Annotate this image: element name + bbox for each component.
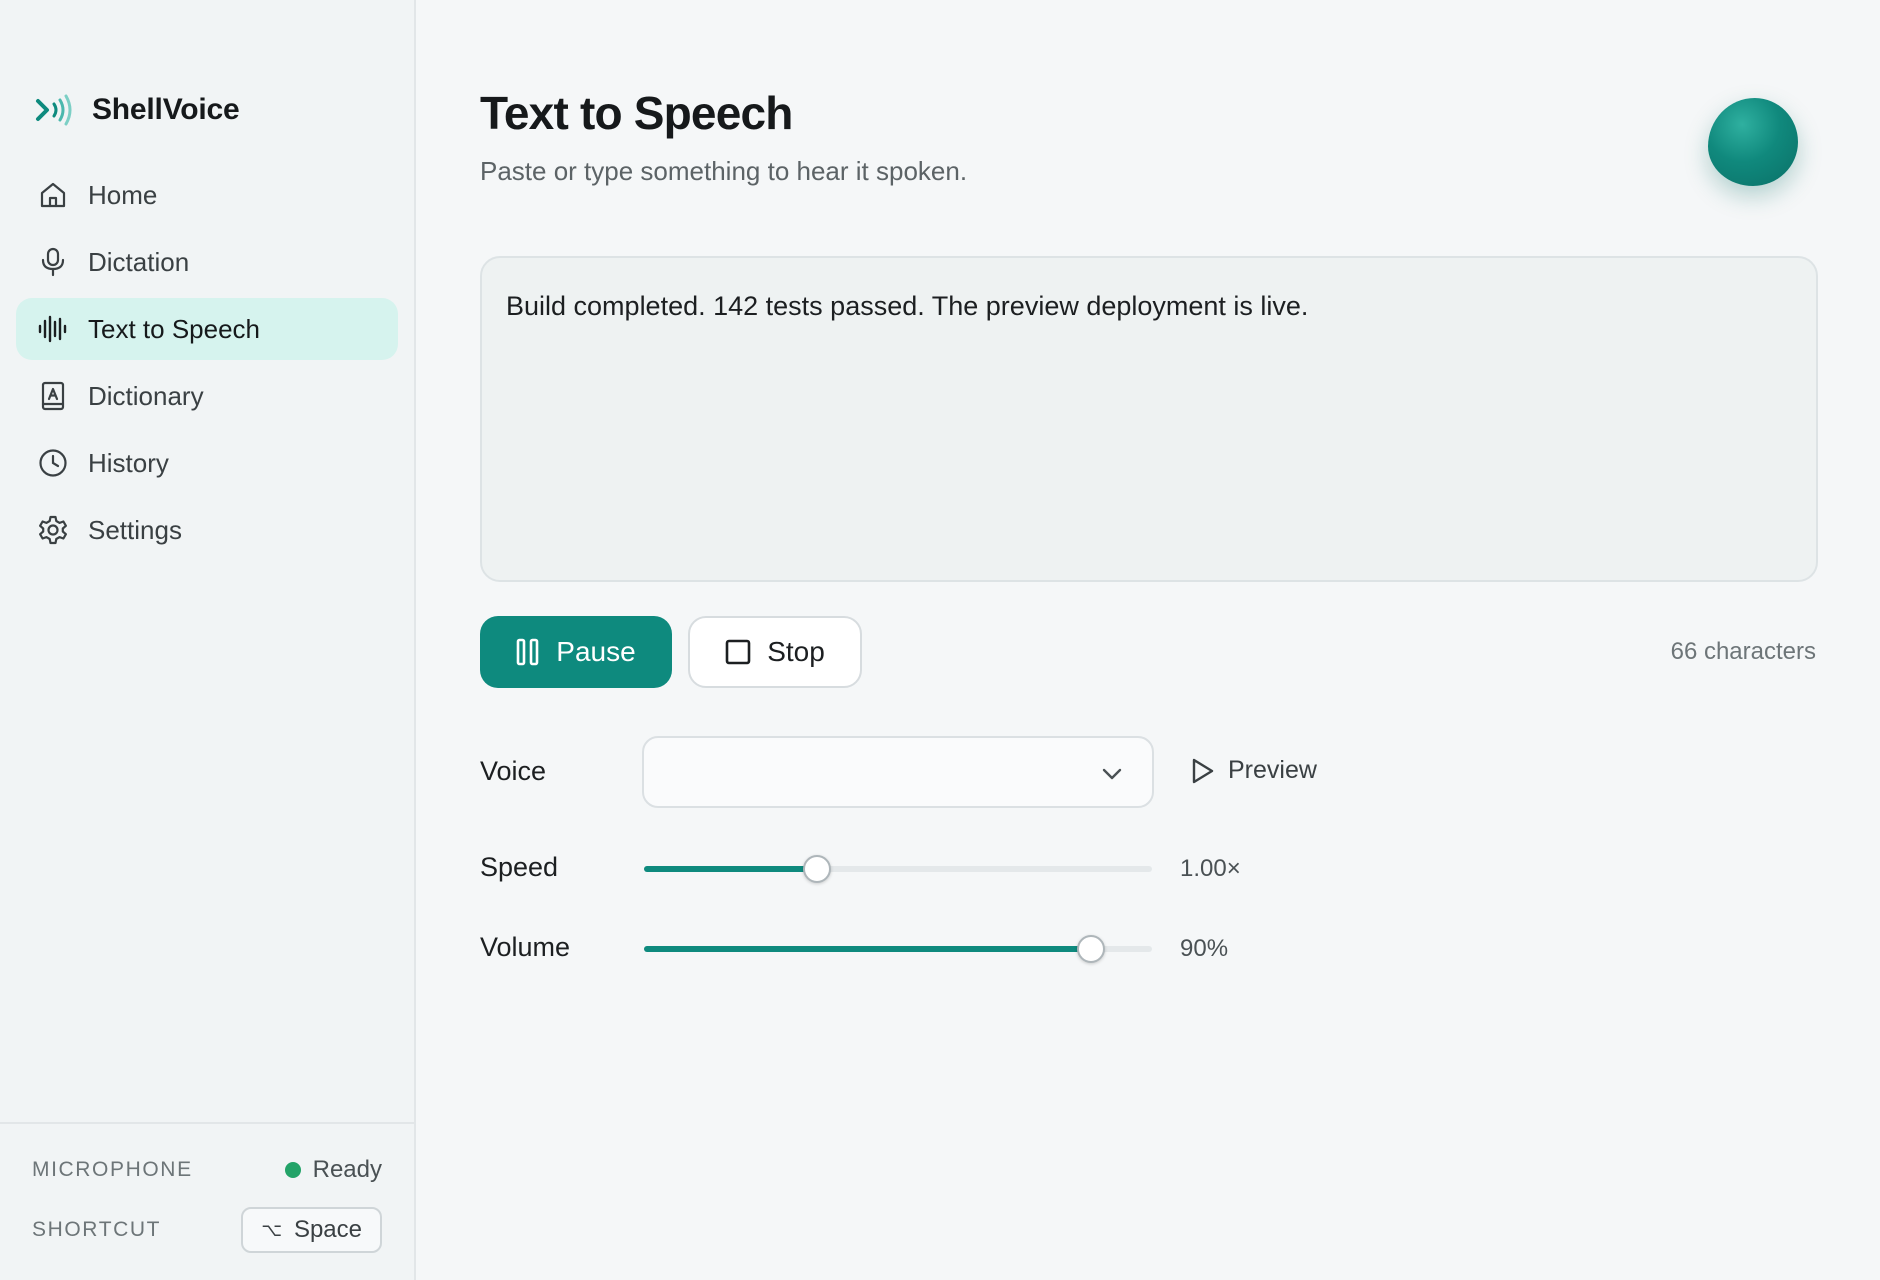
stop-button-label: Stop bbox=[767, 636, 825, 667]
sidebar-item-dictionary[interactable]: Dictionary bbox=[16, 365, 398, 427]
volume-slider-fill bbox=[644, 946, 1092, 952]
sidebar-nav: Home Dictation Text to Speech Dictionary… bbox=[16, 164, 398, 566]
option-key-icon: ⌥ bbox=[261, 1219, 282, 1240]
volume-slider-thumb[interactable] bbox=[1077, 935, 1106, 963]
clock-icon bbox=[36, 446, 70, 480]
speed-label: Speed bbox=[480, 852, 559, 882]
microphone-icon bbox=[36, 245, 70, 279]
microphone-status: Ready bbox=[284, 1156, 382, 1184]
text-input-area[interactable]: Build completed. 142 tests passed. The p… bbox=[480, 256, 1818, 582]
stop-button[interactable]: Stop bbox=[688, 616, 862, 688]
sidebar-item-history[interactable]: History bbox=[16, 432, 398, 494]
shortcut-key-label: Space bbox=[293, 1216, 362, 1243]
voice-orb bbox=[1708, 98, 1798, 186]
pause-button-label: Pause bbox=[556, 636, 636, 667]
preview-button-label: Preview bbox=[1228, 756, 1317, 784]
speed-slider-thumb[interactable] bbox=[802, 855, 831, 883]
shortcut-row: SHORTCUT ⌥ Space bbox=[32, 1206, 382, 1254]
playback-controls: Pause Stop bbox=[480, 616, 862, 688]
pause-icon bbox=[516, 638, 540, 666]
microphone-row: MICROPHONE Ready bbox=[32, 1150, 382, 1190]
page-title: Text to Speech bbox=[480, 87, 793, 139]
chevron-down-icon bbox=[1102, 768, 1122, 780]
sidebar-item-home[interactable]: Home bbox=[16, 164, 398, 226]
sidebar-item-text-to-speech[interactable]: Text to Speech bbox=[16, 298, 398, 360]
sidebar-item-label: History bbox=[88, 447, 169, 478]
app-name: ShellVoice bbox=[92, 93, 240, 126]
volume-slider[interactable] bbox=[644, 933, 1152, 963]
sidebar-item-label: Dictionary bbox=[88, 380, 204, 411]
sidebar-item-label: Dictation bbox=[88, 246, 190, 277]
sidebar-footer: MICROPHONE Ready SHORTCUT ⌥ Space bbox=[0, 1122, 414, 1280]
speed-slider-fill bbox=[644, 866, 817, 872]
speed-value: 1.00× bbox=[1180, 855, 1241, 882]
microphone-status-text: Ready bbox=[312, 1156, 382, 1183]
pause-button[interactable]: Pause bbox=[480, 616, 672, 688]
voice-select[interactable] bbox=[642, 736, 1154, 808]
shortcut-label: SHORTCUT bbox=[32, 1218, 162, 1241]
sidebar-item-label: Settings bbox=[88, 514, 182, 545]
microphone-label: MICROPHONE bbox=[32, 1158, 193, 1181]
main-content: Text to Speech Paste or type something t… bbox=[418, 0, 1880, 1280]
speed-slider[interactable] bbox=[644, 853, 1152, 883]
waveform-icon bbox=[36, 312, 70, 346]
page-subtitle: Paste or type something to hear it spoke… bbox=[480, 156, 968, 186]
preview-button[interactable]: Preview bbox=[1190, 756, 1317, 785]
stop-icon bbox=[725, 639, 751, 665]
gear-icon bbox=[36, 513, 70, 547]
brand: ShellVoice bbox=[34, 92, 240, 128]
shellvoice-logo-icon bbox=[36, 94, 72, 126]
volume-value: 90% bbox=[1180, 935, 1229, 962]
voice-label: Voice bbox=[480, 756, 547, 786]
sidebar: ShellVoice Home Dictation Text to Speech… bbox=[0, 0, 416, 1280]
sidebar-item-dictation[interactable]: Dictation bbox=[16, 231, 398, 293]
sidebar-item-label: Home bbox=[88, 179, 158, 210]
character-count: 66 characters bbox=[1670, 638, 1816, 665]
home-icon bbox=[36, 178, 70, 212]
book-icon bbox=[36, 379, 70, 413]
shortcut-key[interactable]: ⌥ Space bbox=[241, 1207, 382, 1253]
play-icon bbox=[1192, 758, 1214, 783]
sidebar-item-label: Text to Speech bbox=[88, 313, 260, 344]
status-dot-icon bbox=[284, 1162, 301, 1178]
sidebar-item-settings[interactable]: Settings bbox=[16, 499, 398, 561]
volume-label: Volume bbox=[480, 932, 571, 962]
